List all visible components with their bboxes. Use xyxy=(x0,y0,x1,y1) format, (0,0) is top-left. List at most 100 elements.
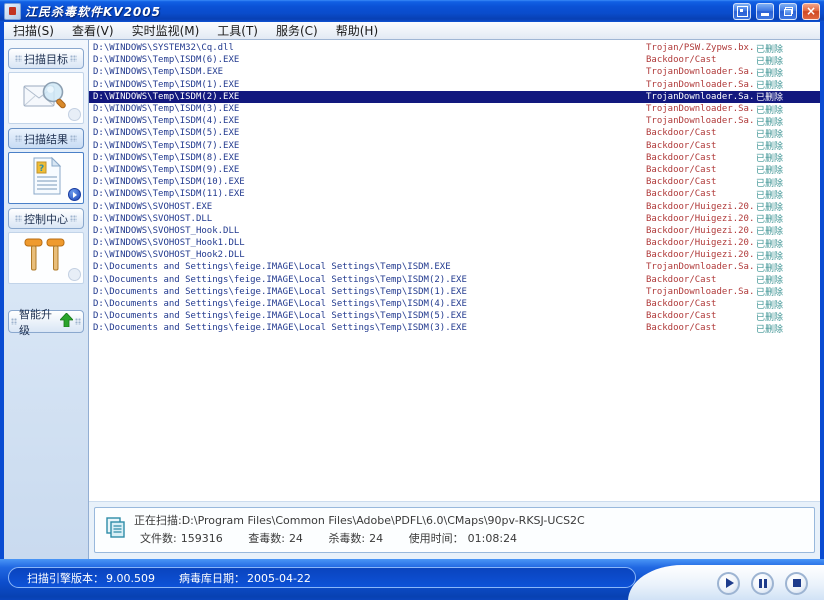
sidebar-item-smart-upgrade[interactable]: 智能升级 xyxy=(8,310,84,333)
float-window-button[interactable] xyxy=(733,3,751,20)
scan-result-icon-panel[interactable]: ? xyxy=(8,152,84,204)
pause-button[interactable] xyxy=(751,572,774,595)
table-row[interactable]: D:\WINDOWS\Temp\ISDM(3).EXE TrojanDownlo… xyxy=(89,103,820,115)
table-row[interactable]: D:\WINDOWS\Temp\ISDM(2).EXE TrojanDownlo… xyxy=(89,91,820,103)
table-row[interactable]: D:\WINDOWS\Temp\ISDM.EXE TrojanDownloade… xyxy=(89,66,820,78)
table-row[interactable]: D:\WINDOWS\Temp\ISDM(1).EXE TrojanDownlo… xyxy=(89,79,820,91)
file-path-cell: D:\WINDOWS\Temp\ISDM(11).EXE xyxy=(93,189,646,199)
file-path-cell: D:\WINDOWS\Temp\ISDM(4).EXE xyxy=(93,116,646,126)
mail-search-icon xyxy=(22,77,70,119)
scanned-count: 查毒数:24 xyxy=(244,532,303,545)
table-row[interactable]: D:\WINDOWS\Temp\ISDM(5).EXE Backdoor/Cas… xyxy=(89,127,820,139)
scan-result-corner-arrow-icon xyxy=(68,188,81,201)
status-cell: 已删除 xyxy=(756,273,820,286)
menu-bar: 扫描(S)查看(V)实时监视(M)工具(T)服务(C)帮助(H) xyxy=(4,22,820,40)
menu-item[interactable]: 实时监视(M) xyxy=(123,23,209,39)
status-cell: 已删除 xyxy=(756,188,820,201)
control-center-corner-icon xyxy=(68,268,81,281)
table-row[interactable]: D:\WINDOWS\SVOHOST.EXE Backdoor/Huigezi.… xyxy=(89,200,820,212)
file-path-cell: D:\WINDOWS\Temp\ISDM(5).EXE xyxy=(93,128,646,138)
status-cell: 已删除 xyxy=(756,176,820,189)
table-row[interactable]: D:\WINDOWS\Temp\ISDM(11).EXE Backdoor/Ca… xyxy=(89,188,820,200)
virus-name-cell: Backdoor/Huigezi.20... xyxy=(646,250,756,260)
virus-name-cell: Backdoor/Cast xyxy=(646,311,756,321)
status-cell: 已删除 xyxy=(756,249,820,262)
status-cell: 已删除 xyxy=(756,261,820,274)
float-window-icon xyxy=(737,6,748,17)
virus-name-cell: Backdoor/Cast xyxy=(646,128,756,138)
status-cell: 已删除 xyxy=(756,298,820,311)
status-cell: 已删除 xyxy=(756,54,820,67)
table-row[interactable]: D:\WINDOWS\Temp\ISDM(7).EXE Backdoor/Cas… xyxy=(89,140,820,152)
virus-name-cell: TrojanDownloader.Sa... xyxy=(646,80,756,90)
engine-version-text: 扫描引擎版本：9.00.509 xyxy=(25,570,155,586)
table-row[interactable]: D:\Documents and Settings\feige.IMAGE\Lo… xyxy=(89,310,820,322)
file-path-cell: D:\WINDOWS\Temp\ISDM(7).EXE xyxy=(93,141,646,151)
status-cell: 已删除 xyxy=(756,285,820,298)
file-path-cell: D:\WINDOWS\Temp\ISDM(9).EXE xyxy=(93,165,646,175)
file-path-cell: D:\WINDOWS\SVOHOST.DLL xyxy=(93,214,646,224)
file-path-cell: D:\WINDOWS\SVOHOST_Hook1.DLL xyxy=(93,238,646,248)
table-row[interactable]: D:\Documents and Settings\feige.IMAGE\Lo… xyxy=(89,322,820,334)
virus-name-cell: Backdoor/Cast xyxy=(646,299,756,309)
file-path-cell: D:\WINDOWS\SYSTEM32\Cq.dll xyxy=(93,43,646,53)
table-row[interactable]: D:\Documents and Settings\feige.IMAGE\Lo… xyxy=(89,274,820,286)
virus-name-cell: Backdoor/Cast xyxy=(646,153,756,163)
restore-button[interactable] xyxy=(779,3,797,20)
sidebar-item-scan-target[interactable]: 扫描目标 xyxy=(8,48,84,69)
control-center-icon-panel[interactable] xyxy=(8,232,84,284)
virus-name-cell: Backdoor/Cast xyxy=(646,189,756,199)
table-row[interactable]: D:\Documents and Settings\feige.IMAGE\Lo… xyxy=(89,298,820,310)
content-area: 扫描目标 扫描结果 xyxy=(4,40,820,559)
scan-result-list: D:\WINDOWS\SYSTEM32\Cq.dll Trojan/PSW.Zy… xyxy=(89,40,820,501)
virus-name-cell: TrojanDownloader.Sa... xyxy=(646,67,756,77)
status-cell: 已删除 xyxy=(756,151,820,164)
table-row[interactable]: D:\WINDOWS\Temp\ISDM(6).EXE Backdoor/Cas… xyxy=(89,54,820,66)
table-row[interactable]: D:\WINDOWS\SVOHOST.DLL Backdoor/Huigezi.… xyxy=(89,213,820,225)
menu-item[interactable]: 服务(C) xyxy=(267,23,327,39)
table-row[interactable]: D:\WINDOWS\SVOHOST_Hook.DLL Backdoor/Hui… xyxy=(89,225,820,237)
virus-name-cell: Backdoor/Huigezi.20... xyxy=(646,202,756,212)
sidebar-item-scan-result[interactable]: 扫描结果 xyxy=(8,128,84,149)
menu-item[interactable]: 查看(V) xyxy=(63,23,123,39)
files-count: 文件数:159316 xyxy=(136,532,223,545)
status-cell: 已删除 xyxy=(756,90,820,103)
table-row[interactable]: D:\WINDOWS\Temp\ISDM(9).EXE Backdoor/Cas… xyxy=(89,164,820,176)
window-title: 江民杀毒软件KV2005 xyxy=(25,3,728,20)
stop-button[interactable] xyxy=(785,572,808,595)
table-row[interactable]: D:\WINDOWS\SVOHOST_Hook1.DLL Backdoor/Hu… xyxy=(89,237,820,249)
file-path-cell: D:\WINDOWS\Temp\ISDM(10).EXE xyxy=(93,177,646,187)
table-row[interactable]: D:\WINDOWS\Temp\ISDM(8).EXE Backdoor/Cas… xyxy=(89,152,820,164)
status-cell: 已删除 xyxy=(756,200,820,213)
file-path-cell: D:\WINDOWS\Temp\ISDM(8).EXE xyxy=(93,153,646,163)
table-row[interactable]: D:\WINDOWS\Temp\ISDM(10).EXE Backdoor/Ca… xyxy=(89,176,820,188)
playback-swoosh xyxy=(628,565,824,600)
table-row[interactable]: D:\WINDOWS\Temp\ISDM(4).EXE TrojanDownlo… xyxy=(89,115,820,127)
table-row[interactable]: D:\Documents and Settings\feige.IMAGE\Lo… xyxy=(89,261,820,273)
menu-item[interactable]: 扫描(S) xyxy=(4,23,63,39)
file-path-cell: D:\WINDOWS\Temp\ISDM.EXE xyxy=(93,67,646,77)
minimize-button[interactable] xyxy=(756,3,774,20)
status-cell: 已删除 xyxy=(756,163,820,176)
table-row[interactable]: D:\WINDOWS\SVOHOST_Hook2.DLL Backdoor/Hu… xyxy=(89,249,820,261)
sidebar-item-control-center[interactable]: 控制中心 xyxy=(8,208,84,229)
virus-name-cell: Trojan/PSW.Zypws.bx... xyxy=(646,43,756,53)
status-cell: 已删除 xyxy=(756,115,820,128)
sidebar-item-label: 扫描目标 xyxy=(24,51,68,67)
app-window: 江民杀毒软件KV2005 × 扫描(S)查看(V)实时监视(M)工具(T)服务(… xyxy=(0,0,824,600)
table-row[interactable]: D:\WINDOWS\SYSTEM32\Cq.dll Trojan/PSW.Zy… xyxy=(89,42,820,54)
sidebar: 扫描目标 扫描结果 xyxy=(4,40,89,559)
scan-target-icon-panel[interactable] xyxy=(8,72,84,124)
hammer-tools-icon xyxy=(23,236,69,280)
status-cell: 已删除 xyxy=(756,42,820,55)
play-button[interactable] xyxy=(717,572,740,595)
menu-item[interactable]: 工具(T) xyxy=(208,23,267,39)
close-button[interactable]: × xyxy=(802,3,820,20)
virus-name-cell: Backdoor/Cast xyxy=(646,55,756,65)
virus-name-cell: TrojanDownloader.Sa... xyxy=(646,262,756,272)
menu-item[interactable]: 帮助(H) xyxy=(327,23,387,39)
status-cell: 已删除 xyxy=(756,310,820,323)
bottom-bar: 扫描引擎版本：9.00.509 病毒库日期：2005-04-22 xyxy=(0,559,824,600)
table-row[interactable]: D:\Documents and Settings\feige.IMAGE\Lo… xyxy=(89,286,820,298)
sidebar-item-label: 扫描结果 xyxy=(24,131,68,147)
